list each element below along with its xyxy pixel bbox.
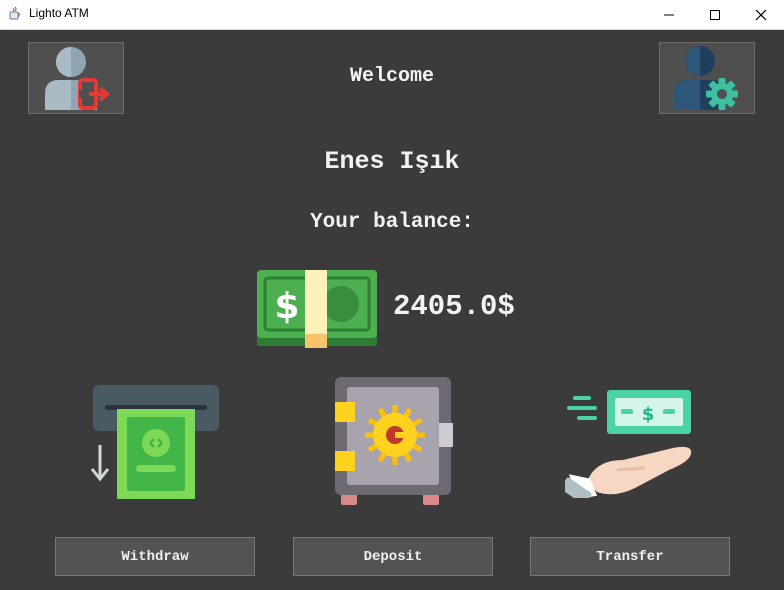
- hand-money-icon: $: [565, 390, 692, 498]
- withdraw-button[interactable]: Withdraw: [55, 537, 255, 576]
- minimize-button[interactable]: [646, 0, 692, 29]
- balance-amount: 2405.0$: [393, 290, 515, 323]
- logout-button[interactable]: [28, 42, 124, 114]
- user-logout-icon: [45, 47, 111, 110]
- main-panel: Welcome Enes Işık Your balance: $ 2405.0…: [0, 30, 784, 590]
- window-title: Lighto ATM: [29, 6, 89, 20]
- java-cup-icon: [9, 7, 20, 20]
- welcome-label: Welcome: [349, 65, 434, 88]
- user-settings-icon: [674, 46, 738, 110]
- user-name: Enes Işık: [324, 147, 460, 176]
- minimize-icon: [664, 14, 674, 15]
- title-bar: Lighto ATM: [0, 0, 784, 30]
- deposit-button[interactable]: Deposit: [293, 537, 493, 576]
- close-button[interactable]: [738, 0, 784, 29]
- transfer-button[interactable]: Transfer: [530, 537, 730, 576]
- cash-bundle-icon: $: [257, 270, 377, 348]
- safe-icon: [335, 377, 453, 505]
- atm-withdraw-icon: [90, 385, 219, 499]
- close-icon: [755, 9, 767, 20]
- maximize-icon: [710, 9, 720, 20]
- maximize-button[interactable]: [692, 0, 738, 29]
- settings-button[interactable]: [659, 42, 755, 114]
- svg-text:$: $: [274, 286, 299, 327]
- balance-label: Your balance:: [310, 211, 474, 234]
- svg-text:$: $: [642, 404, 655, 425]
